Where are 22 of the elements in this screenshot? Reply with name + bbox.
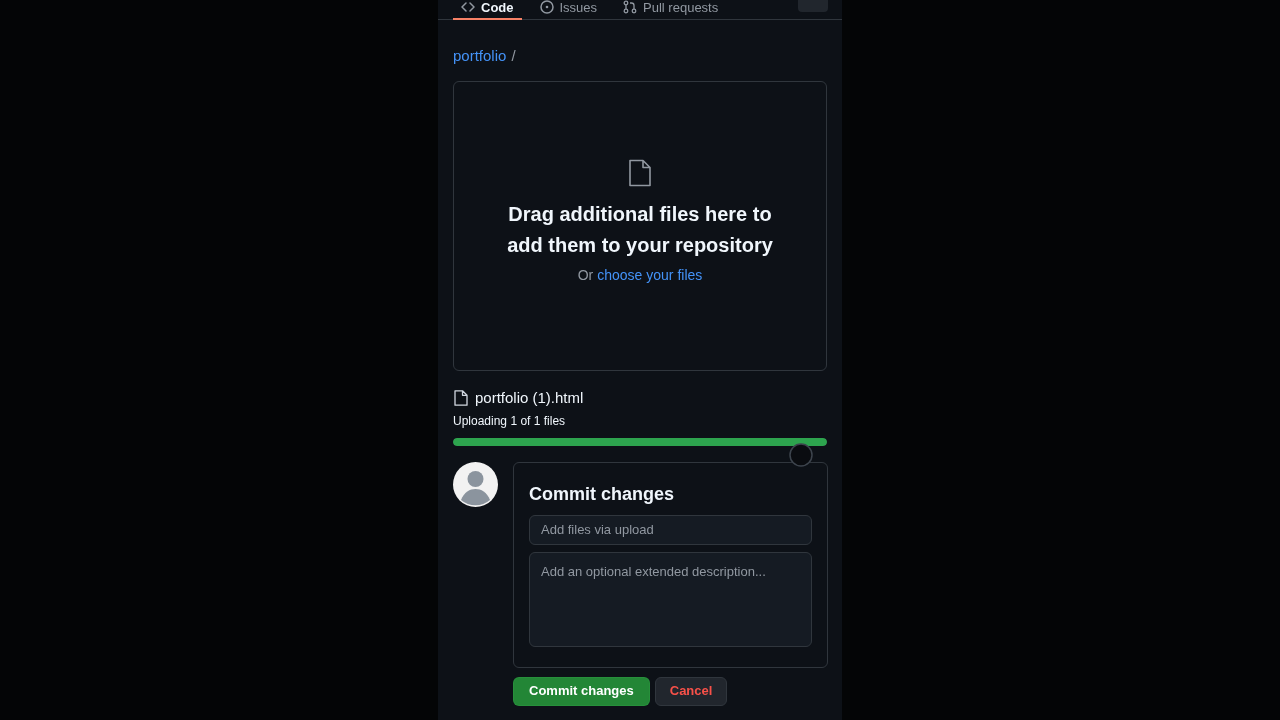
repo-link[interactable]: portfolio: [453, 44, 507, 68]
commit-summary-field[interactable]: Add files via upload: [529, 514, 812, 545]
cancel-button[interactable]: Cancel: [654, 676, 728, 706]
choose-files-link[interactable]: choose your files: [597, 265, 703, 286]
commit-description-field[interactable]: Add an optional extended description...: [529, 551, 812, 647]
pull-request-icon: [623, 0, 638, 14]
avatar-icon: [453, 461, 498, 507]
nav-tab[interactable]: Issues: [531, 0, 606, 20]
code-icon: [461, 0, 475, 14]
dropzone-prompt: Or: [577, 266, 594, 285]
file-name: portfolio (1).html: [475, 388, 584, 408]
file-icon: [628, 159, 652, 187]
breadcrumb-separator: /: [511, 45, 516, 66]
nav-tab[interactable]: Code: [453, 0, 522, 20]
file-icon: [454, 390, 468, 407]
cursor-ring-icon: [789, 443, 813, 467]
commit-title: Commit changes: [529, 482, 676, 505]
circle-dot-icon: [539, 0, 554, 14]
upload-status: Uploading 1 of 1 files: [453, 412, 567, 430]
dropzone-heading: Drag additional files here to add them to your repository: [506, 202, 774, 258]
nav-tab[interactable]: Pull requests: [615, 0, 727, 20]
commit-button[interactable]: Commit changes: [513, 676, 650, 706]
